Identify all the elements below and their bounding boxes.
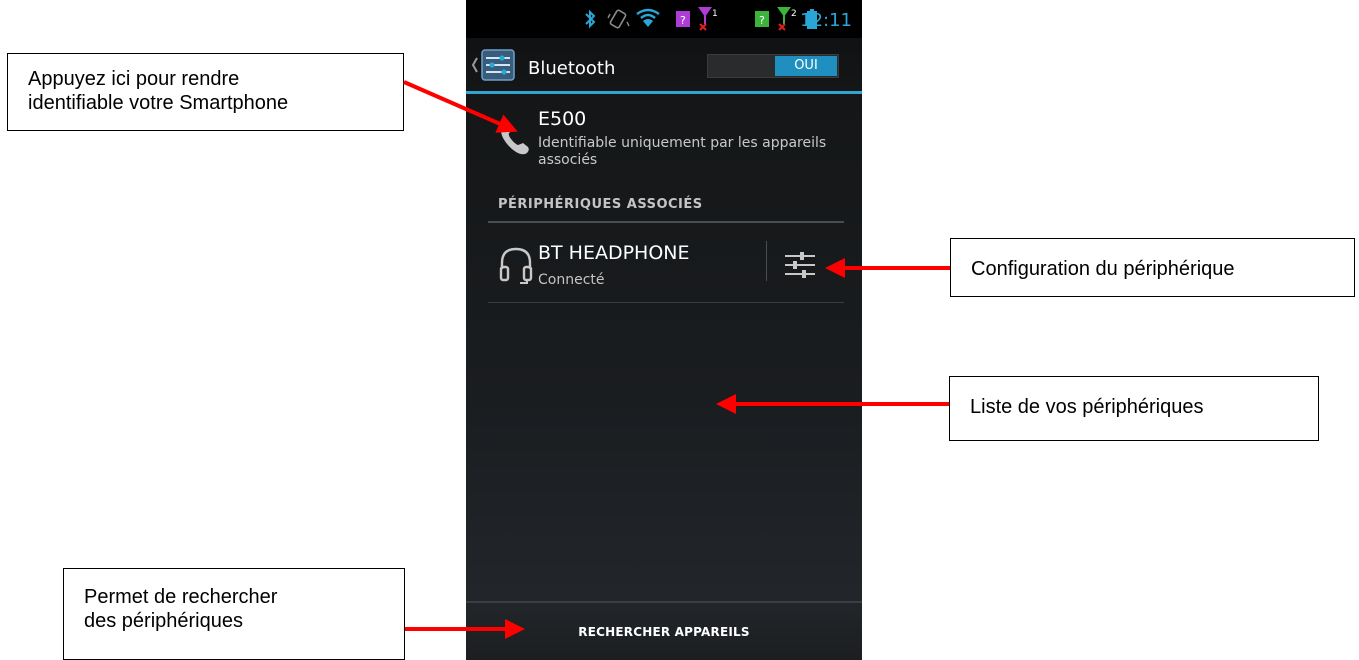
action-bar-divider	[466, 91, 862, 94]
callout-list: Liste de vos périphériques	[949, 376, 1319, 441]
bluetooth-toggle[interactable]: OUI	[707, 54, 839, 78]
section-divider	[488, 221, 844, 223]
svg-text:1: 1	[712, 9, 718, 19]
back-chevron-icon	[471, 57, 478, 73]
row-vertical-divider	[766, 241, 767, 281]
back-settings-button[interactable]	[470, 38, 526, 92]
svg-text:?: ?	[759, 14, 765, 27]
signal1-icon: 1	[698, 7, 718, 31]
callout-search: Permet de rechercher des périphériques	[63, 568, 405, 660]
status-bar: ? 1 ? 2 12:11	[466, 0, 862, 38]
headphones-icon	[499, 247, 533, 284]
callout-identify-text: Appuyez ici pour rendre identifiable vot…	[28, 68, 289, 114]
vibrate-icon	[607, 9, 630, 29]
row-bottom-divider	[488, 302, 844, 303]
settings-app-icon	[481, 49, 515, 81]
page-title: Bluetooth	[528, 58, 616, 79]
paired-devices-header: PÉRIPHÉRIQUES ASSOCIÉS	[498, 197, 703, 212]
callout-list-text: Liste de vos périphériques	[970, 396, 1204, 418]
sim2-icon: ?	[755, 11, 769, 27]
bluetooth-icon	[585, 9, 596, 29]
clock: 12:11	[800, 10, 852, 31]
callout-search-text: Permet de rechercher des périphériques	[84, 586, 278, 632]
callout-identify: Appuyez ici pour rendre identifiable vot…	[7, 53, 404, 131]
action-bar: Bluetooth OUI	[466, 38, 862, 92]
phone-screen: ? 1 ? 2 12:11 Bluetooth OUI E500 Identif…	[466, 0, 862, 660]
callout-config: Configuration du périphérique	[950, 238, 1355, 297]
signal2-icon: 2	[777, 7, 797, 31]
search-devices-button[interactable]: RECHERCHER APPAREILS	[466, 603, 862, 660]
callout-config-text: Configuration du périphérique	[971, 258, 1235, 280]
device-name: E500	[538, 108, 587, 130]
wifi-icon	[636, 8, 660, 27]
device-settings-icon[interactable]	[782, 247, 818, 283]
sim1-icon: ?	[676, 11, 690, 27]
device-visibility-text: Identifiable uniquement par les appareil…	[538, 135, 827, 168]
svg-text:?: ?	[680, 14, 686, 27]
paired-device-status: Connecté	[538, 272, 605, 288]
paired-device-name: BT HEADPHONE	[538, 242, 690, 264]
toggle-on-label: OUI	[775, 56, 837, 76]
svg-text:2: 2	[791, 9, 797, 19]
